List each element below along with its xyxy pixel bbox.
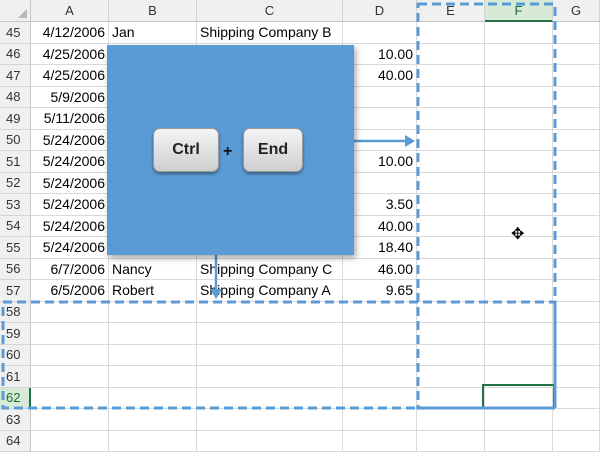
- dashed-highlight-rows: [1, 300, 557, 410]
- arrow-right-head: [405, 135, 415, 147]
- active-cell-f62: [482, 384, 555, 409]
- plus-sign: +: [223, 143, 233, 160]
- end-key: End: [243, 128, 303, 172]
- cell-cursor-icon: ✥: [511, 226, 525, 243]
- arrow-down-head: [210, 289, 222, 299]
- ctrl-key: Ctrl: [153, 128, 219, 172]
- dashed-highlight-columns: [416, 2, 557, 410]
